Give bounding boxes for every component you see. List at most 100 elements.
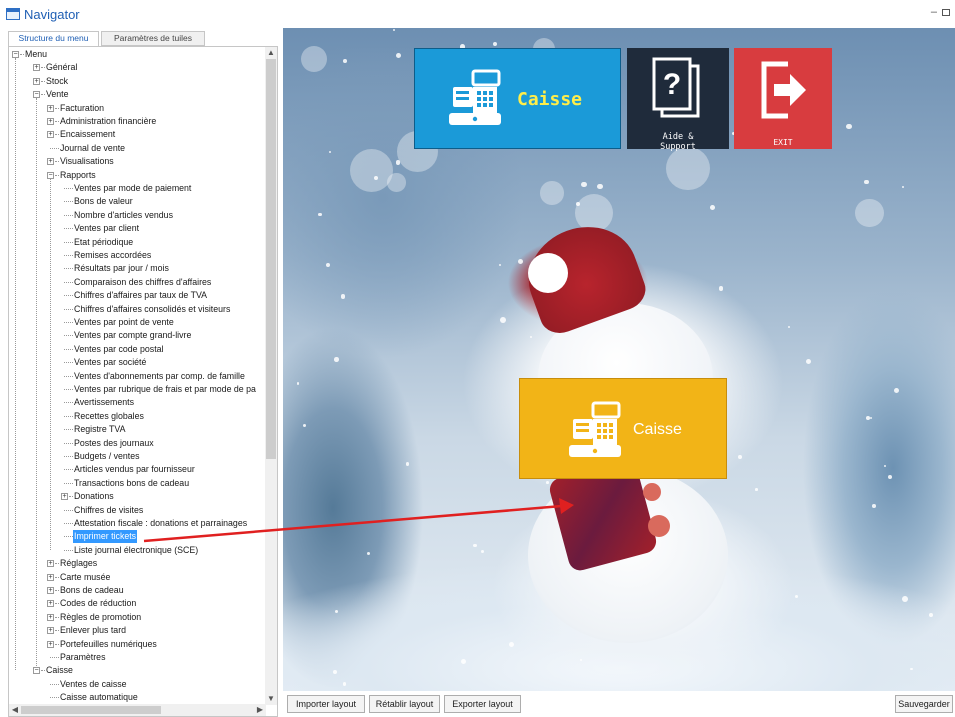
tile-caisse-drag-label: Caisse	[633, 421, 682, 438]
tree-item[interactable]: Imprimer tickets	[9, 530, 266, 544]
h-scroll-thumb[interactable]	[21, 706, 161, 714]
collapse-icon[interactable]: −	[47, 171, 54, 179]
menu-tree: − Menu + Général + Stock − Vente + Facturation + Ad…	[9, 47, 266, 705]
tree-item[interactable]: + Général	[9, 61, 266, 74]
expand-icon[interactable]: +	[47, 587, 54, 594]
tree-item[interactable]: + Enlever plus tard	[9, 624, 266, 637]
tree-item[interactable]: + Portefeuilles numériques	[9, 638, 266, 651]
tree-item[interactable]: + Bons de cadeau	[9, 584, 266, 597]
tree-item[interactable]: Articles vendus par fournisseur	[9, 463, 266, 476]
tree-item[interactable]: Ventes par client	[9, 222, 266, 235]
expand-icon[interactable]: +	[33, 64, 40, 72]
tree-item[interactable]: + Administration financière	[9, 115, 266, 128]
minimize-button[interactable]: –	[931, 6, 937, 18]
tree-item-label: Chiffres d'affaires par taux de TVA	[74, 290, 208, 301]
scroll-left-icon[interactable]: ◀	[9, 704, 21, 716]
collapse-icon[interactable]: −	[12, 51, 19, 58]
tree-item[interactable]: Ventes par rubrique de frais et par mode…	[9, 383, 266, 396]
snowflake	[392, 28, 396, 32]
tree-item-label: Liste journal électronique (SCE)	[74, 544, 199, 555]
tree-item[interactable]: + Codes de réduction	[9, 597, 266, 610]
tile-aide-support[interactable]: ? Aide & Support	[627, 48, 729, 152]
expand-icon[interactable]: +	[47, 600, 54, 608]
tile-layout-canvas[interactable]: Caisse ? Aide & Support EXIT Caisse	[283, 28, 955, 691]
tree-item[interactable]: Liste journal électronique (SCE)	[9, 544, 266, 557]
tree-item[interactable]: Ventes par mode de paiement	[9, 182, 266, 195]
tree-item[interactable]: Bons de valeur	[9, 195, 266, 208]
tile-caisse-label: Caisse	[517, 89, 583, 110]
tree-item[interactable]: Postes des journaux	[9, 437, 266, 450]
tree-item[interactable]: + Réglages	[9, 557, 266, 570]
maximize-button[interactable]	[942, 9, 950, 16]
tree-item[interactable]: Ventes par point de vente	[9, 316, 266, 329]
reset-layout-button[interactable]: Rétablir layout	[369, 695, 440, 713]
tree-item[interactable]: Ventes de caisse	[9, 678, 266, 691]
tree-item[interactable]: + Règles de promotion	[9, 611, 266, 624]
tab-parametres-de-tuiles[interactable]: Paramètres de tuiles	[101, 31, 205, 46]
expand-icon[interactable]: +	[47, 560, 54, 568]
scroll-up-icon[interactable]: ▲	[265, 47, 277, 59]
collapse-icon[interactable]: −	[33, 91, 40, 99]
tab-structure-du-menu[interactable]: Structure du menu	[8, 31, 99, 47]
tree-item[interactable]: + Donations	[9, 490, 266, 503]
expand-icon[interactable]: +	[47, 158, 54, 166]
snowflake	[894, 387, 900, 393]
expand-icon[interactable]: +	[33, 77, 40, 85]
tree-item[interactable]: Transactions bons de cadeau	[9, 477, 266, 490]
tree-item[interactable]: + Visualisations	[9, 155, 266, 168]
tile-caisse[interactable]: Caisse	[414, 48, 621, 149]
tree-item[interactable]: − Menu	[9, 48, 266, 61]
tree-vertical-scrollbar[interactable]: ▲ ▼	[265, 47, 277, 705]
tree-item-label: Etat périodique	[74, 236, 134, 247]
tree-item[interactable]: + Encaissement	[9, 128, 266, 141]
export-layout-button[interactable]: Exporter layout	[444, 695, 521, 713]
tree-item[interactable]: Avertissements	[9, 396, 266, 409]
tree-item[interactable]: Ventes par code postal	[9, 343, 266, 356]
tile-exit[interactable]: EXIT	[734, 48, 832, 149]
tree-item[interactable]: + Facturation	[9, 102, 266, 115]
expand-icon[interactable]: +	[47, 573, 54, 581]
expand-icon[interactable]: +	[47, 131, 54, 139]
tree-horizontal-scrollbar[interactable]: ◀ ▶	[9, 704, 266, 716]
tree-item[interactable]: Journal de vente	[9, 142, 266, 155]
tree-item[interactable]: Résultats par jour / mois	[9, 262, 266, 275]
snowflake	[846, 124, 852, 130]
tree-item[interactable]: Caisse automatique	[9, 691, 266, 704]
tree-item[interactable]: Ventes par société	[9, 356, 266, 369]
expand-icon[interactable]: +	[47, 104, 54, 112]
tree-item[interactable]: Paramètres	[9, 651, 266, 664]
tree-item[interactable]: Ventes par compte grand-livre	[9, 329, 266, 342]
tree-item[interactable]: Registre TVA	[9, 423, 266, 436]
expand-icon[interactable]: +	[47, 118, 54, 125]
scroll-right-icon[interactable]: ▶	[254, 704, 266, 716]
expand-icon[interactable]: +	[47, 640, 54, 648]
tree-item[interactable]: Recettes globales	[9, 410, 266, 423]
tree-item-label: Portefeuilles numériques	[60, 638, 157, 649]
scroll-thumb[interactable]	[266, 59, 276, 459]
tree-item[interactable]: Etat périodique	[9, 236, 266, 249]
tree-item[interactable]: Chiffres d'affaires consolidés et visite…	[9, 303, 266, 316]
import-layout-button[interactable]: Importer layout	[287, 695, 365, 713]
tree-item[interactable]: Nombre d'articles vendus	[9, 209, 266, 222]
tree-item[interactable]: + Carte musée	[9, 571, 266, 584]
expand-icon[interactable]: +	[47, 613, 54, 621]
tree-item-label: Journal de vente	[60, 142, 126, 153]
tree-item[interactable]: − Vente	[9, 88, 266, 101]
tree-item[interactable]: Chiffres d'affaires par taux de TVA	[9, 289, 266, 302]
expand-icon[interactable]: +	[47, 627, 54, 635]
tree-item[interactable]: Ventes d'abonnements par comp. de famill…	[9, 370, 266, 383]
tree-item[interactable]: Budgets / ventes	[9, 450, 266, 463]
tree-item[interactable]: + Stock	[9, 75, 266, 88]
save-button[interactable]: Sauvegarder	[895, 695, 953, 713]
tree-item-label: Encaissement	[60, 129, 116, 140]
scroll-down-icon[interactable]: ▼	[265, 693, 277, 705]
tree-item[interactable]: Comparaison des chiffres d'affaires	[9, 276, 266, 289]
tile-caisse-dragging[interactable]: Caisse	[519, 378, 727, 479]
tree-item[interactable]: Chiffres de visites	[9, 504, 266, 517]
expand-icon[interactable]: +	[61, 493, 68, 501]
tree-item[interactable]: − Rapports	[9, 169, 266, 182]
tree-item[interactable]: − Caisse	[9, 664, 266, 677]
tree-item-label: Ventes par code postal	[74, 343, 164, 354]
tree-item[interactable]: Attestation fiscale : donations et parra…	[9, 517, 266, 530]
tree-item[interactable]: Remises accordées	[9, 249, 266, 262]
